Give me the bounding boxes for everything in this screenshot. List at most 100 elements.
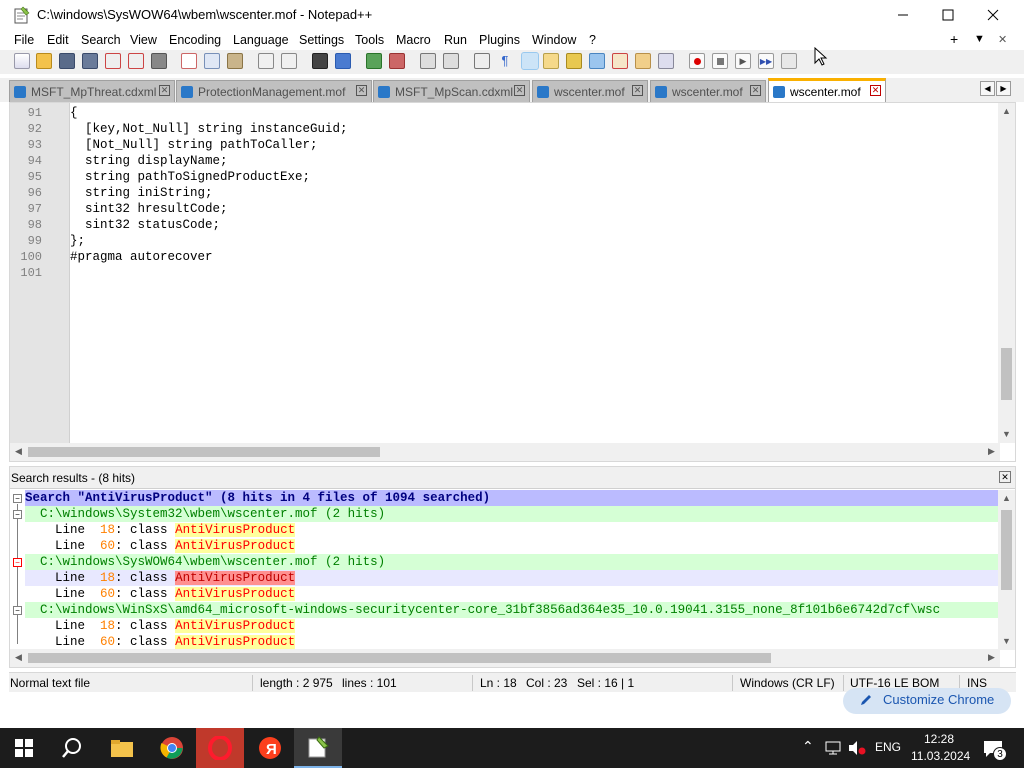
- fold-minus-icon[interactable]: −: [13, 494, 22, 503]
- redo-icon[interactable]: [281, 53, 297, 69]
- scrollbar-thumb[interactable]: [1001, 348, 1012, 400]
- hit-row[interactable]: Line 18: class AntiVirusProduct: [25, 522, 296, 538]
- tab-close-icon[interactable]: ✕: [159, 85, 170, 96]
- results-vertical-scrollbar[interactable]: ▲ ▼: [998, 490, 1015, 650]
- search-button[interactable]: [48, 728, 96, 768]
- doc-list-icon[interactable]: [612, 53, 628, 69]
- scroll-up-icon[interactable]: ▲: [998, 106, 1015, 116]
- sync-horizontal-icon[interactable]: [443, 53, 459, 69]
- tab-close-icon[interactable]: ✕: [356, 85, 367, 96]
- scroll-right-icon[interactable]: ▶: [983, 446, 1000, 457]
- clock-date[interactable]: 11.03.2024: [911, 749, 970, 763]
- tab-close-icon[interactable]: ✕: [514, 85, 525, 96]
- scroll-down-icon[interactable]: ▼: [998, 429, 1015, 439]
- yandex-button[interactable]: Я: [246, 728, 294, 768]
- language-indicator[interactable]: ENG: [875, 740, 901, 754]
- status-eol[interactable]: Windows (CR LF): [740, 676, 835, 690]
- scroll-down-icon[interactable]: ▼: [998, 636, 1015, 646]
- scroll-right-icon[interactable]: ▶: [983, 652, 1000, 663]
- macro-run-multiple-icon[interactable]: ▶▶: [758, 53, 774, 69]
- macro-stop-icon[interactable]: [712, 53, 728, 69]
- show-all-chars-icon[interactable]: ¶: [497, 53, 513, 69]
- tab-wscenter-active[interactable]: wscenter.mof ✕: [768, 78, 886, 102]
- clock-time[interactable]: 12:28: [924, 732, 954, 746]
- scroll-up-icon[interactable]: ▲: [998, 493, 1015, 503]
- menu-macro[interactable]: Macro: [396, 33, 431, 47]
- zoom-in-icon[interactable]: [366, 53, 382, 69]
- close-file-icon[interactable]: [105, 53, 121, 69]
- code-area[interactable]: { [key,Not_Null] string instanceGuid; [N…: [70, 103, 997, 443]
- tab-close-icon[interactable]: ✕: [750, 85, 761, 96]
- monitoring-eye-icon[interactable]: [658, 53, 674, 69]
- indent-guide-icon[interactable]: [521, 52, 539, 70]
- editor-horizontal-scrollbar[interactable]: ◀ ▶: [10, 443, 1000, 461]
- tab-list-down-icon[interactable]: ▼: [974, 33, 985, 45]
- search-summary-row[interactable]: Search "AntiVirusProduct" (8 hits in 4 f…: [25, 490, 998, 506]
- tab-protection-management[interactable]: ProtectionManagement.mof ✕: [176, 80, 372, 102]
- scroll-left-icon[interactable]: ◀: [10, 652, 27, 663]
- start-button[interactable]: [0, 728, 48, 768]
- copy-icon[interactable]: [204, 53, 220, 69]
- word-wrap-icon[interactable]: [474, 53, 490, 69]
- new-tab-plus-icon[interactable]: +: [950, 31, 958, 47]
- volume-muted-icon[interactable]: [847, 740, 867, 756]
- tab-wscenter-2[interactable]: wscenter.mof ✕: [650, 80, 766, 102]
- close-window-button[interactable]: [970, 0, 1016, 30]
- close-all-icon[interactable]: [128, 53, 144, 69]
- menu-settings[interactable]: Settings: [299, 33, 344, 47]
- macro-save-icon[interactable]: [781, 53, 797, 69]
- fold-minus-icon[interactable]: −: [13, 510, 22, 519]
- fold-minus-icon[interactable]: −: [13, 606, 22, 615]
- tab-msft-mpthreat[interactable]: MSFT_MpThreat.cdxml ✕: [9, 80, 175, 102]
- tab-scroll-left-button[interactable]: ◀: [980, 81, 995, 96]
- scroll-left-icon[interactable]: ◀: [10, 446, 27, 457]
- tab-close-icon[interactable]: ✕: [870, 85, 881, 96]
- tab-scroll-right-button[interactable]: ▶: [996, 81, 1011, 96]
- hit-row[interactable]: Line 60: class AntiVirusProduct: [25, 538, 296, 554]
- chrome-button[interactable]: [148, 728, 196, 768]
- tab-msft-mpscan[interactable]: MSFT_MpScan.cdxml ✕: [373, 80, 530, 102]
- close-document-icon[interactable]: ✕: [998, 33, 1007, 46]
- menu-run[interactable]: Run: [444, 33, 467, 47]
- paste-icon[interactable]: [227, 53, 243, 69]
- close-panel-icon[interactable]: ✕: [999, 471, 1011, 483]
- function-list-icon[interactable]: [566, 53, 582, 69]
- fold-minus-icon[interactable]: −: [13, 558, 22, 567]
- menu-file[interactable]: File: [14, 33, 34, 47]
- file-explorer-button[interactable]: [98, 728, 146, 768]
- define-language-icon[interactable]: [543, 53, 559, 69]
- hit-row[interactable]: Line 18: class AntiVirusProduct: [25, 618, 296, 634]
- menu-help[interactable]: ?: [589, 33, 596, 47]
- maximize-button[interactable]: [925, 0, 971, 30]
- scrollbar-thumb[interactable]: [28, 447, 380, 457]
- file-result-row[interactable]: C:\windows\System32\wbem\wscenter.mof (2…: [25, 506, 998, 522]
- network-icon[interactable]: [824, 740, 842, 756]
- hit-row-selected[interactable]: Line 18: class AntiVirusProduct: [25, 570, 998, 586]
- minimize-button[interactable]: [880, 0, 926, 30]
- editor-pane[interactable]: 91 92 93 94 95 96 97 98 99 100 101 { [ke…: [9, 102, 1016, 462]
- macro-record-icon[interactable]: [689, 53, 705, 69]
- menu-encoding[interactable]: Encoding: [169, 33, 221, 47]
- results-horizontal-scrollbar[interactable]: ◀ ▶: [10, 649, 1000, 667]
- zoom-out-icon[interactable]: [389, 53, 405, 69]
- file-result-row[interactable]: C:\windows\SysWOW64\wbem\wscenter.mof (2…: [25, 554, 998, 570]
- notepad-plus-plus-taskbar-button[interactable]: [294, 728, 342, 768]
- save-all-icon[interactable]: [82, 53, 98, 69]
- file-result-row[interactable]: C:\windows\WinSxS\amd64_microsoft-window…: [25, 602, 998, 618]
- scrollbar-thumb[interactable]: [1001, 510, 1012, 590]
- tab-wscenter-1[interactable]: wscenter.mof ✕: [532, 80, 648, 102]
- menu-search[interactable]: Search: [81, 33, 121, 47]
- menu-language[interactable]: Language: [233, 33, 289, 47]
- cut-icon[interactable]: [181, 53, 197, 69]
- undo-icon[interactable]: [258, 53, 274, 69]
- hit-row[interactable]: Line 60: class AntiVirusProduct: [25, 586, 296, 602]
- find-icon[interactable]: [312, 53, 328, 69]
- opera-button[interactable]: [196, 728, 244, 768]
- save-icon[interactable]: [59, 53, 75, 69]
- print-icon[interactable]: [151, 53, 167, 69]
- hit-row[interactable]: Line 60: class AntiVirusProduct: [25, 634, 296, 650]
- macro-play-icon[interactable]: ▶: [735, 53, 751, 69]
- folder-workspace-icon[interactable]: [635, 53, 651, 69]
- editor-vertical-scrollbar[interactable]: ▲ ▼: [998, 103, 1015, 443]
- menu-tools[interactable]: Tools: [355, 33, 384, 47]
